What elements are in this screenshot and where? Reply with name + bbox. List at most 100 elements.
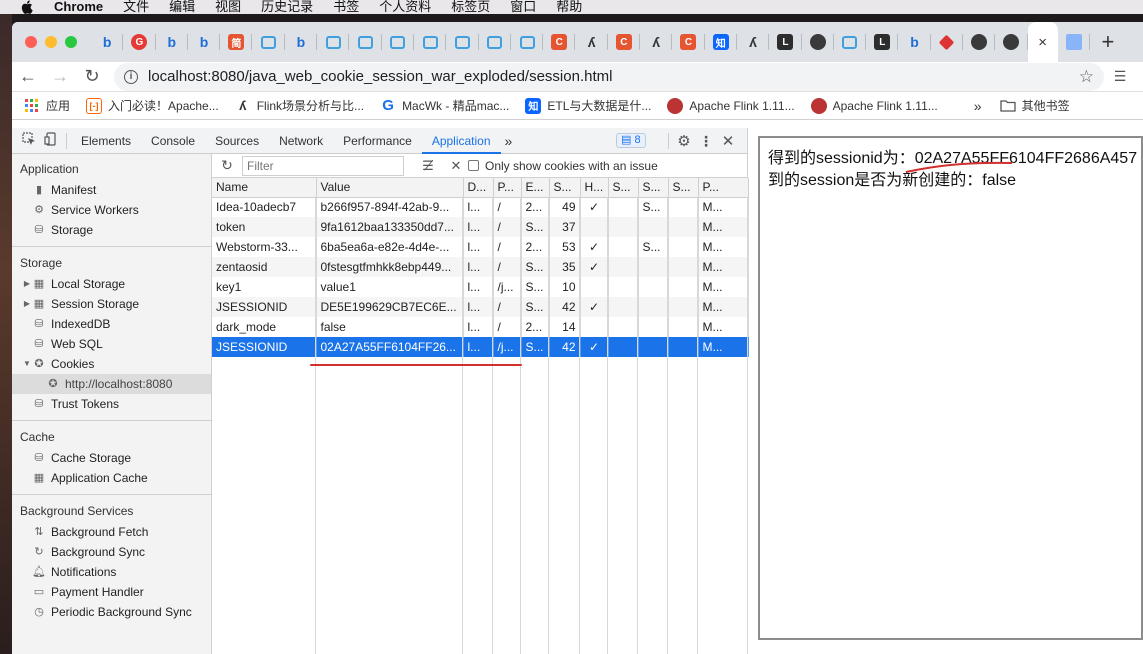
column-header[interactable]: D...: [463, 178, 494, 198]
address-bar[interactable]: i localhost:8080/java_web_cookie_session…: [114, 62, 1104, 91]
clear-filtered-cookies-icon[interactable]: ☰̸: [412, 158, 444, 174]
menu-window[interactable]: 窗口: [510, 0, 536, 14]
tab-24[interactable]: L: [866, 22, 899, 62]
sidebar-item-application-cache[interactable]: ▦ Application Cache: [12, 468, 211, 488]
tab-console[interactable]: Console: [141, 128, 205, 154]
tab-application[interactable]: Application: [421, 128, 501, 154]
inspect-element-icon[interactable]: [18, 132, 40, 149]
sidebar-item-service-workers[interactable]: ⚙ Service Workers: [12, 200, 211, 220]
reload-button[interactable]: ↻: [76, 66, 108, 87]
apple-menu-icon[interactable]: [18, 0, 36, 14]
menu-history[interactable]: 历史记录: [261, 0, 313, 14]
tab-15[interactable]: ʎ: [575, 22, 609, 62]
tab-performance[interactable]: Performance: [333, 128, 422, 154]
tab-18[interactable]: C: [672, 22, 705, 62]
bookmark-item[interactable]: Apache Flink 1.11...: [667, 97, 795, 114]
zoom-window-button[interactable]: [65, 36, 77, 48]
tab-1[interactable]: G: [123, 22, 156, 62]
tab-2[interactable]: b: [156, 22, 189, 62]
tab-28[interactable]: [995, 22, 1028, 62]
site-info-icon[interactable]: i: [124, 69, 138, 84]
minimize-window-button[interactable]: [45, 36, 57, 48]
bookmark-item[interactable]: [-] 入门必读！Apache...: [86, 97, 219, 114]
expand-arrow-icon[interactable]: ▶: [22, 294, 32, 314]
reading-list-icon[interactable]: ☰: [1104, 68, 1136, 85]
sidebar-item-local-storage[interactable]: ▶ ▦ Local Storage: [12, 274, 211, 294]
sidebar-item-trust-tokens[interactable]: ⛁ Trust Tokens: [12, 394, 211, 414]
more-tabs-button[interactable]: »: [501, 128, 517, 154]
close-tab-icon[interactable]: ×: [1038, 34, 1047, 51]
column-header[interactable]: P...: [493, 178, 522, 198]
menu-file[interactable]: 文件: [123, 0, 149, 14]
only-issues-checkbox[interactable]: [468, 160, 479, 171]
close-window-button[interactable]: [25, 36, 37, 48]
sidebar-item-manifest[interactable]: ▮ Manifest: [12, 180, 211, 200]
tab-17[interactable]: ʎ: [640, 22, 673, 62]
other-bookmarks[interactable]: 其他书签: [999, 97, 1070, 114]
filter-input[interactable]: [242, 155, 404, 176]
issues-badge[interactable]: ▤ 8: [616, 133, 646, 148]
device-toolbar-icon[interactable]: [40, 132, 62, 149]
sidebar-item-cookies[interactable]: ▼ ✪ Cookies: [12, 354, 211, 374]
bookmark-item[interactable]: ʎ Flink场景分析与比...: [235, 97, 364, 114]
column-header[interactable]: S...: [608, 178, 639, 198]
bookmark-item[interactable]: 知 ETL与大数据是什...: [525, 97, 651, 114]
tab-active[interactable]: ×: [1027, 22, 1058, 62]
tab-23[interactable]: [834, 22, 867, 62]
sidebar-item-background-sync[interactable]: ↻ Background Sync: [12, 542, 211, 562]
collapse-arrow-icon[interactable]: ▼: [22, 354, 32, 374]
sidebar-item-payment-handler[interactable]: ▭ Payment Handler: [12, 582, 211, 602]
tab-27[interactable]: [963, 22, 996, 62]
tab-21[interactable]: L: [769, 22, 802, 62]
column-header[interactable]: Value: [316, 178, 464, 198]
sidebar-item-cookies-localhost[interactable]: ✪ http://localhost:8080: [12, 374, 211, 394]
sidebar-item-background-fetch[interactable]: ⇅ Background Fetch: [12, 522, 211, 542]
tab-8[interactable]: [349, 22, 382, 62]
tab-14[interactable]: C: [543, 22, 576, 62]
refresh-icon[interactable]: ↻: [212, 157, 242, 174]
tab-10[interactable]: [414, 22, 447, 62]
delete-selected-icon[interactable]: ✕: [444, 158, 468, 174]
tab-22[interactable]: [802, 22, 835, 62]
tab-20[interactable]: ʎ: [737, 22, 770, 62]
menu-tab[interactable]: 标签页: [451, 0, 490, 14]
menu-help[interactable]: 帮助: [556, 0, 582, 14]
sidebar-item-session-storage[interactable]: ▶ ▦ Session Storage: [12, 294, 211, 314]
menu-edit[interactable]: 编辑: [169, 0, 195, 14]
tab-9[interactable]: [382, 22, 415, 62]
kebab-menu-icon[interactable]: ⋮: [695, 133, 717, 150]
expand-arrow-icon[interactable]: ▶: [22, 274, 32, 294]
sidebar-item-storage[interactable]: ⛁ Storage: [12, 220, 211, 240]
settings-gear-icon[interactable]: ⚙: [673, 132, 695, 150]
column-header[interactable]: S...: [668, 178, 699, 198]
tab-11[interactable]: [446, 22, 479, 62]
tab-sources[interactable]: Sources: [205, 128, 269, 154]
tab-25[interactable]: b: [898, 22, 932, 62]
close-devtools-icon[interactable]: ✕: [717, 132, 739, 150]
tab-network[interactable]: Network: [269, 128, 333, 154]
tab-4[interactable]: 简: [220, 22, 253, 62]
tab-12[interactable]: [479, 22, 512, 62]
tab-13[interactable]: [511, 22, 544, 62]
url-text[interactable]: localhost:8080/java_web_cookie_session_w…: [148, 68, 1079, 85]
tab-6[interactable]: b: [285, 22, 318, 62]
menu-bookmarks[interactable]: 书签: [333, 0, 359, 14]
menu-view[interactable]: 视图: [215, 0, 241, 14]
new-tab-button[interactable]: +: [1090, 22, 1126, 62]
column-header[interactable]: Name: [212, 178, 317, 198]
tab-elements[interactable]: Elements: [71, 128, 141, 154]
sidebar-item-web-sql[interactable]: ⛁ Web SQL: [12, 334, 211, 354]
sidebar-item-periodic-background-sync[interactable]: ◷ Periodic Background Sync: [12, 602, 211, 622]
bookmark-item[interactable]: G MacWk - 精品mac...: [380, 97, 509, 114]
forward-button[interactable]: →: [44, 66, 76, 87]
column-header[interactable]: H...: [580, 178, 609, 198]
tab-5[interactable]: [252, 22, 286, 62]
tab-19[interactable]: 知: [705, 22, 738, 62]
column-header[interactable]: E...: [521, 178, 550, 198]
sidebar-item-cache-storage[interactable]: ⛁ Cache Storage: [12, 448, 211, 468]
bookmark-apps[interactable]: 应用: [24, 97, 70, 114]
tab-26[interactable]: [931, 22, 964, 62]
bookmarks-overflow-button[interactable]: »: [974, 98, 982, 114]
column-header[interactable]: S...: [549, 178, 581, 198]
tab-3[interactable]: b: [188, 22, 221, 62]
